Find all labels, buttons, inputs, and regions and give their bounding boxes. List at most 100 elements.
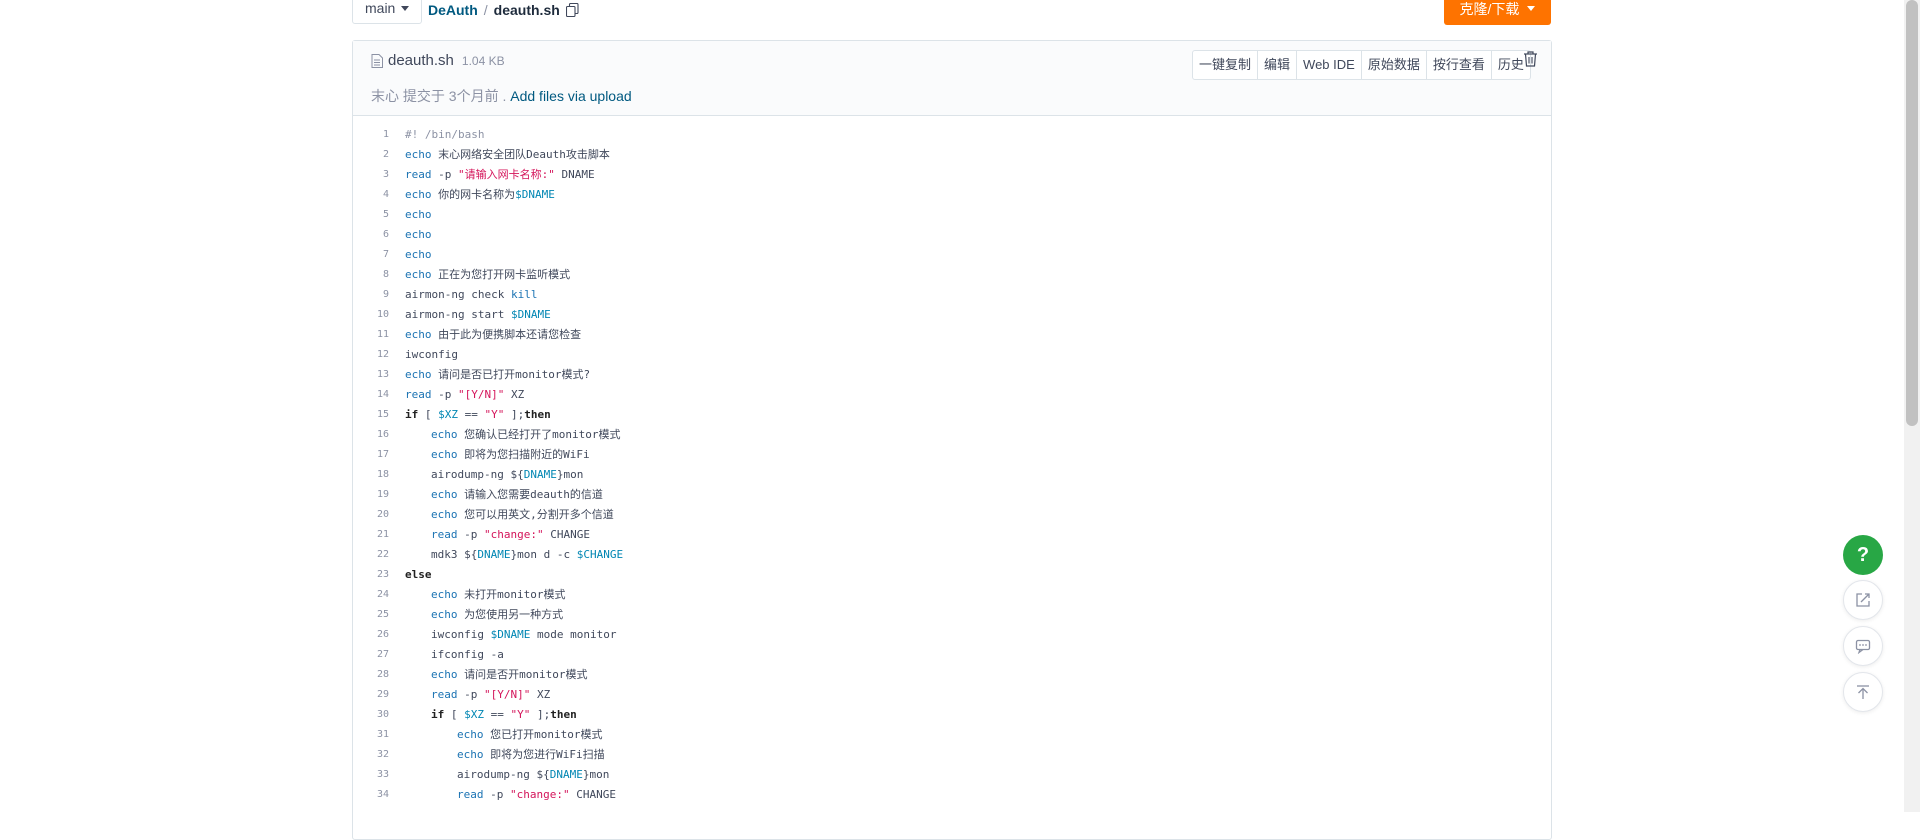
line-number[interactable]: 9 bbox=[353, 285, 389, 305]
copy-path-icon[interactable] bbox=[565, 3, 579, 17]
breadcrumb-repo-link[interactable]: DeAuth bbox=[428, 2, 478, 18]
line-number[interactable]: 27 bbox=[353, 645, 389, 665]
line-number[interactable]: 25 bbox=[353, 605, 389, 625]
file-name: deauth.sh bbox=[388, 52, 454, 69]
code-line: 31 echo 您已打开monitor模式 bbox=[353, 725, 1551, 745]
line-number[interactable]: 24 bbox=[353, 585, 389, 605]
code-line-text: echo 即将为您进行WiFi扫描 bbox=[457, 748, 605, 761]
line-number[interactable]: 32 bbox=[353, 745, 389, 765]
file-header: deauth.sh 1.04 KB 末心 提交于 3个月前 . Add file… bbox=[353, 41, 1551, 116]
line-number[interactable]: 7 bbox=[353, 245, 389, 265]
copy-all-button[interactable]: 一键复制 bbox=[1193, 51, 1257, 79]
code-line-text: echo 你的网卡名称为$DNAME bbox=[405, 188, 555, 201]
code-line-text: read -p "change:" CHANGE bbox=[457, 788, 616, 801]
line-number[interactable]: 17 bbox=[353, 445, 389, 465]
line-number[interactable]: 23 bbox=[353, 565, 389, 585]
chevron-down-icon bbox=[1527, 6, 1536, 11]
line-number[interactable]: 20 bbox=[353, 505, 389, 525]
branch-selector[interactable]: main bbox=[352, 0, 423, 24]
line-number[interactable]: 19 bbox=[353, 485, 389, 505]
code-line: 27 ifconfig -a bbox=[353, 645, 1551, 665]
code-line-text: if [ $XZ == "Y" ];then bbox=[431, 708, 577, 721]
code-line-text: echo 由于此为便携脚本还请您检查 bbox=[405, 328, 582, 341]
code-line-text: echo 请问是否已打开monitor模式? bbox=[405, 368, 591, 381]
line-number[interactable]: 5 bbox=[353, 205, 389, 225]
line-number[interactable]: 12 bbox=[353, 345, 389, 365]
page-scrollbar[interactable] bbox=[1904, 0, 1920, 812]
code-line-text: read -p "请输入网卡名称:" DNAME bbox=[405, 168, 595, 181]
code-line: 4 echo 你的网卡名称为$DNAME bbox=[353, 185, 1551, 205]
share-edit-icon bbox=[1856, 593, 1870, 607]
code-line-text: echo bbox=[405, 208, 432, 221]
code-line: 14 read -p "[Y/N]" XZ bbox=[353, 385, 1551, 405]
line-number[interactable]: 11 bbox=[353, 325, 389, 345]
code-line: 20 echo 您可以用英文,分割开多个信道 bbox=[353, 505, 1551, 525]
line-number[interactable]: 21 bbox=[353, 525, 389, 545]
code-line: 11 echo 由于此为便携脚本还请您检查 bbox=[353, 325, 1551, 345]
code-line-text: echo 为您使用另一种方式 bbox=[431, 608, 564, 621]
line-number[interactable]: 29 bbox=[353, 685, 389, 705]
commit-message-link[interactable]: Add files via upload bbox=[510, 88, 631, 104]
line-number[interactable]: 34 bbox=[353, 785, 389, 805]
code-line: 13 echo 请问是否已打开monitor模式? bbox=[353, 365, 1551, 385]
code-line: 25 echo 为您使用另一种方式 bbox=[353, 605, 1551, 625]
line-number[interactable]: 4 bbox=[353, 185, 389, 205]
line-number[interactable]: 26 bbox=[353, 625, 389, 645]
code-line: 8 echo 正在为您打开网卡监听模式 bbox=[353, 265, 1551, 285]
code-line-text: airodump-ng ${DNAME}mon bbox=[431, 468, 584, 481]
file-actions: 一键复制 编辑 Web IDE 原始数据 按行查看 历史 bbox=[1192, 50, 1531, 80]
code-line-text: echo 请问是否开monitor模式 bbox=[431, 668, 588, 681]
line-number[interactable]: 22 bbox=[353, 545, 389, 565]
line-number[interactable]: 3 bbox=[353, 165, 389, 185]
back-to-top-button[interactable] bbox=[1843, 672, 1883, 712]
code-line: 5 echo bbox=[353, 205, 1551, 225]
clone-download-button[interactable]: 克隆/下载 bbox=[1444, 0, 1551, 25]
edit-button[interactable]: 编辑 bbox=[1257, 51, 1296, 79]
code-line: 32 echo 即将为您进行WiFi扫描 bbox=[353, 745, 1551, 765]
line-number[interactable]: 31 bbox=[353, 725, 389, 745]
code-line: 23 else bbox=[353, 565, 1551, 585]
code-line-text: iwconfig bbox=[405, 348, 458, 361]
line-number[interactable]: 6 bbox=[353, 225, 389, 245]
code-line: 10 airmon-ng start $DNAME bbox=[353, 305, 1551, 325]
code-line-text: airmon-ng start $DNAME bbox=[405, 308, 551, 321]
code-line: 9 airmon-ng check kill bbox=[353, 285, 1551, 305]
code-line-text: echo 您可以用英文,分割开多个信道 bbox=[431, 508, 614, 521]
line-number[interactable]: 18 bbox=[353, 465, 389, 485]
code-line-text: read -p "[Y/N]" XZ bbox=[405, 388, 525, 401]
line-number[interactable]: 28 bbox=[353, 665, 389, 685]
clone-download-label: 克隆/下载 bbox=[1459, 0, 1520, 17]
feedback-button[interactable] bbox=[1843, 580, 1883, 620]
line-number[interactable]: 8 bbox=[353, 265, 389, 285]
line-number[interactable]: 33 bbox=[353, 765, 389, 785]
web-ide-button[interactable]: Web IDE bbox=[1296, 51, 1361, 79]
line-number[interactable]: 13 bbox=[353, 365, 389, 385]
code-line-text: read -p "change:" CHANGE bbox=[431, 528, 590, 541]
blame-button[interactable]: 按行查看 bbox=[1425, 51, 1491, 79]
trash-icon[interactable] bbox=[1523, 51, 1538, 67]
help-button[interactable]: ? bbox=[1843, 535, 1883, 575]
commit-author[interactable]: 末心 bbox=[371, 88, 399, 104]
line-number[interactable]: 16 bbox=[353, 425, 389, 445]
line-number[interactable]: 1 bbox=[353, 125, 389, 145]
line-number[interactable]: 14 bbox=[353, 385, 389, 405]
code-line: 21 read -p "change:" CHANGE bbox=[353, 525, 1551, 545]
scrollbar-thumb[interactable] bbox=[1906, 0, 1918, 426]
code-line: 2 echo 末心网络安全团队Deauth攻击脚本 bbox=[353, 145, 1551, 165]
breadcrumb-file: deauth.sh bbox=[493, 2, 560, 18]
line-number[interactable]: 10 bbox=[353, 305, 389, 325]
line-number[interactable]: 30 bbox=[353, 705, 389, 725]
breadcrumb: DeAuth / deauth.sh bbox=[428, 2, 579, 18]
comment-button[interactable] bbox=[1843, 626, 1883, 666]
code-line-text: #! /bin/bash bbox=[405, 128, 485, 141]
code-line: 33 airodump-ng ${DNAME}mon bbox=[353, 765, 1551, 785]
code-view: 1 #! /bin/bash 2 echo 末心网络安全团队Deauth攻击脚本 3 re… bbox=[353, 125, 1551, 805]
raw-button[interactable]: 原始数据 bbox=[1360, 51, 1426, 79]
code-line: 29 read -p "[Y/N]" XZ bbox=[353, 685, 1551, 705]
file-topbar: main DeAuth / deauth.sh 克隆/下载 bbox=[352, 0, 1552, 34]
branch-name: main bbox=[365, 0, 396, 16]
code-line-text: echo 请输入您需要deauth的信道 bbox=[431, 488, 603, 501]
line-number[interactable]: 2 bbox=[353, 145, 389, 165]
code-line-text: airodump-ng ${DNAME}mon bbox=[457, 768, 610, 781]
line-number[interactable]: 15 bbox=[353, 405, 389, 425]
